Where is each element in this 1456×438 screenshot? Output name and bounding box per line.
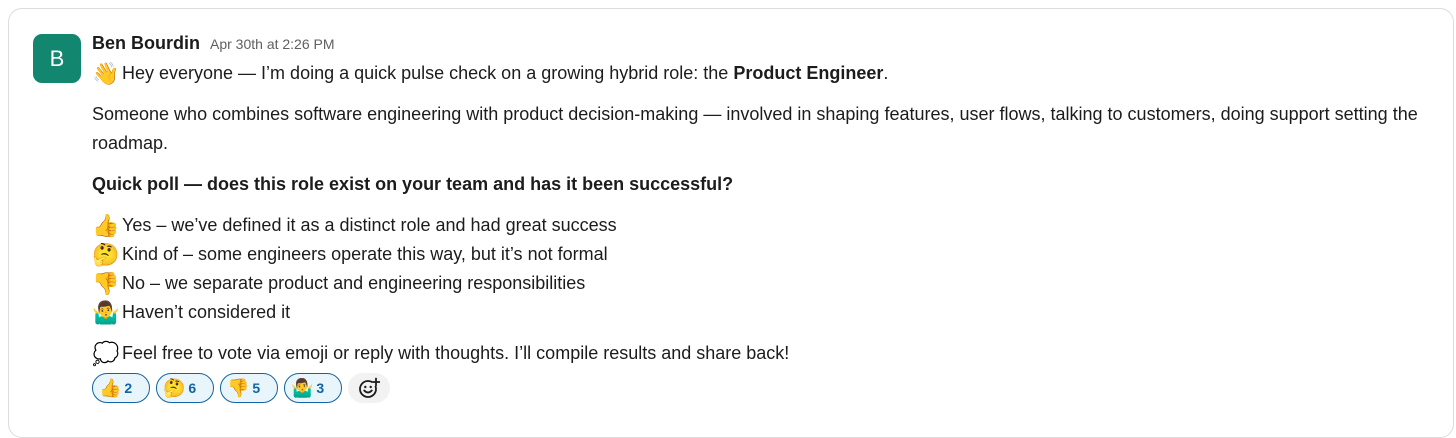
reaction-count: 3 <box>316 380 325 396</box>
add-emoji-icon <box>359 377 380 398</box>
message-content: Ben Bourdin Apr 30th at 2:26 PM 👋 Hey eve… <box>92 33 1432 368</box>
poll-option-text: Yes – we’ve defined it as a distinct rol… <box>122 215 617 235</box>
thought-balloon-emoji-icon: 💭 <box>92 341 120 366</box>
reaction-thinking-face[interactable]: 🤔 6 <box>156 373 214 403</box>
shrug-emoji-icon: 🤷‍♂️ <box>92 300 120 325</box>
closing-line: 💭 Feel free to vote via emoji or reply wi… <box>92 339 1432 368</box>
intro-text-end: . <box>883 63 889 83</box>
thumbs-down-emoji-icon: 👎 <box>92 271 120 296</box>
poll-option-text: No – we separate product and engineering… <box>122 273 586 293</box>
poll-options: 👍 Yes – we’ve defined it as a distinct ro… <box>92 211 1432 327</box>
thumbs-up-emoji-icon: 👍 <box>92 213 120 238</box>
thinking-face-emoji-icon: 🤔 <box>163 378 186 398</box>
intro-text: Hey everyone — I’m doing a quick pulse c… <box>122 63 734 83</box>
author-name[interactable]: Ben Bourdin <box>92 33 200 54</box>
reaction-thumbs-down[interactable]: 👎 5 <box>220 373 278 403</box>
avatar[interactable]: B <box>33 34 81 83</box>
intro-line: 👋 Hey everyone — I’m doing a quick pulse … <box>92 59 1432 88</box>
shrug-emoji-icon: 🤷‍♂️ <box>291 378 314 398</box>
thumbs-down-emoji-icon: 👎 <box>227 378 250 398</box>
thumbs-up-emoji-icon: 👍 <box>99 378 122 398</box>
reaction-count: 5 <box>252 380 261 396</box>
poll-option: 👍 Yes – we’ve defined it as a distinct ro… <box>92 211 1432 240</box>
closing-text: Feel free to vote via emoji or reply wit… <box>122 343 790 363</box>
reaction-count: 2 <box>124 380 133 396</box>
poll-option-text: Haven’t considered it <box>122 302 291 322</box>
reaction-count: 6 <box>188 380 197 396</box>
poll-option: 👎 No – we separate product and engineerin… <box>92 269 1432 298</box>
message-header: Ben Bourdin Apr 30th at 2:26 PM <box>92 33 1432 59</box>
add-reaction-button[interactable] <box>348 373 390 403</box>
poll-option-text: Kind of – some engineers operate this wa… <box>122 244 608 264</box>
intro-bold-text: Product Engineer <box>733 63 884 83</box>
reaction-thumbs-up[interactable]: 👍 2 <box>92 373 150 403</box>
reactions-bar: 👍 2 🤔 6 👎 5 🤷‍♂️ 3 <box>92 373 390 403</box>
message-timestamp[interactable]: Apr 30th at 2:26 PM <box>210 36 335 52</box>
thinking-face-emoji-icon: 🤔 <box>92 242 120 267</box>
waving-hand-emoji-icon: 👋 <box>92 61 120 86</box>
poll-option: 🤔 Kind of – some engineers operate this w… <box>92 240 1432 269</box>
poll-option: 🤷‍♂️ Haven’t considered it <box>92 298 1432 327</box>
poll-question: Quick poll — does this role exist on you… <box>92 174 734 194</box>
description-text: Someone who combines software engineerin… <box>92 104 1418 153</box>
reaction-shrug[interactable]: 🤷‍♂️ 3 <box>284 373 342 403</box>
